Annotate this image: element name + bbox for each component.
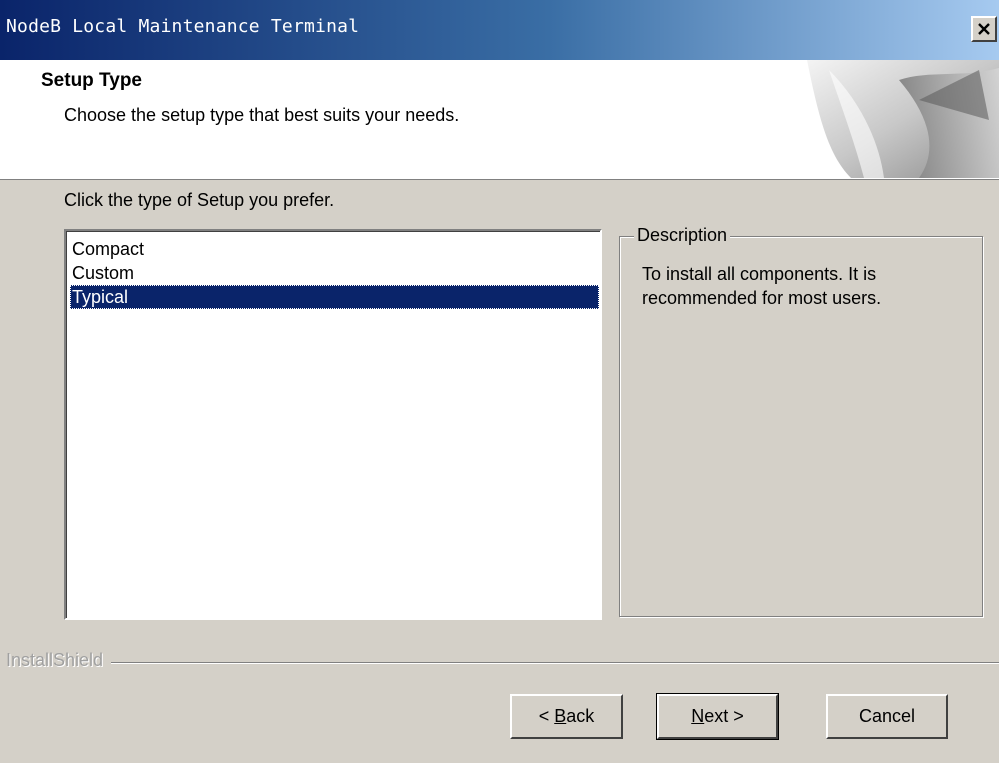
close-icon [978, 23, 990, 35]
back-prefix: < [538, 706, 555, 726]
wizard-header: Setup Type Choose the setup type that be… [0, 60, 999, 180]
description-text: To install all components. It is recomme… [642, 264, 882, 308]
next-button[interactable]: Next > [656, 693, 779, 740]
setup-type-listbox[interactable]: Compact Custom Typical [64, 229, 602, 620]
page-title: Setup Type [41, 70, 142, 91]
header-separator [0, 178, 999, 179]
setup-type-item-custom[interactable]: Custom [70, 261, 134, 285]
title-bar[interactable]: NodeB Local Maintenance Terminal [0, 0, 999, 60]
next-label-rest: ext > [704, 706, 744, 726]
setup-type-item-compact[interactable]: Compact [70, 237, 144, 261]
window-title: NodeB Local Maintenance Terminal [6, 16, 360, 37]
back-mnemonic: B [554, 706, 567, 726]
brand-divider [6, 662, 999, 664]
back-button[interactable]: < Back [510, 694, 623, 739]
page-subtitle: Choose the setup type that best suits yo… [64, 105, 460, 125]
back-label-rest: ack [566, 706, 595, 726]
setup-type-item-typical[interactable]: Typical [70, 285, 599, 309]
description-legend: Description [634, 225, 731, 246]
description-group: Description To install all components. I… [619, 225, 983, 617]
cancel-button[interactable]: Cancel [826, 694, 948, 739]
installshield-graphic [807, 60, 999, 178]
next-mnemonic: N [691, 706, 705, 726]
listbox-frame: Compact Custom Typical [66, 231, 600, 618]
close-button[interactable] [971, 16, 997, 42]
instruction-label: Click the type of Setup you prefer. [64, 190, 335, 210]
installshield-label: InstallShield [6, 650, 112, 671]
setup-dialog: NodeB Local Maintenance Terminal Setup T… [0, 0, 999, 763]
